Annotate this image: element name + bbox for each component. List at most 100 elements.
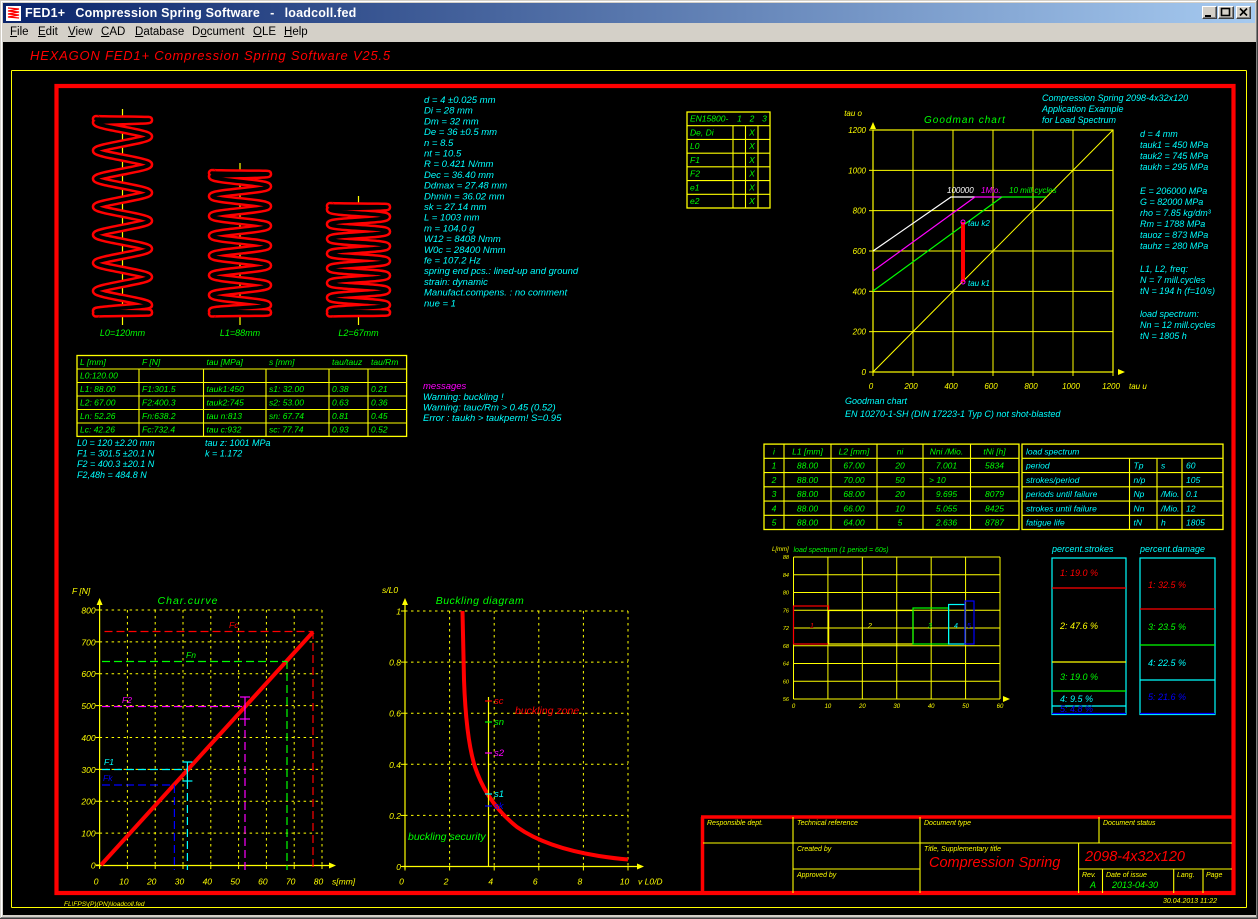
svg-text:70: 70 bbox=[286, 877, 296, 887]
svg-text:/Mio.: /Mio. bbox=[1160, 489, 1179, 499]
svg-text:3: 23.5 %: 3: 23.5 % bbox=[1148, 622, 1186, 632]
svg-text:0.21: 0.21 bbox=[371, 384, 388, 394]
svg-text:5: 5 bbox=[772, 518, 777, 528]
svg-text:20: 20 bbox=[146, 877, 157, 887]
svg-text:F1:301.5: F1:301.5 bbox=[142, 384, 176, 394]
svg-text:Fn:638.2: Fn:638.2 bbox=[142, 411, 176, 421]
svg-text:400: 400 bbox=[81, 733, 95, 743]
svg-text:s1: s1 bbox=[494, 789, 504, 800]
svg-text:buckling security: buckling security bbox=[408, 831, 486, 843]
svg-text:2: 2 bbox=[771, 475, 777, 485]
svg-text:4: 4 bbox=[954, 623, 958, 630]
svg-text:5.055: 5.055 bbox=[936, 503, 958, 513]
svg-text:0.45: 0.45 bbox=[371, 411, 388, 421]
svg-text:800: 800 bbox=[1024, 382, 1038, 391]
svg-text:ni: ni bbox=[897, 446, 905, 456]
svg-text:L = 1003 mm: L = 1003 mm bbox=[424, 213, 480, 224]
svg-text:105: 105 bbox=[1186, 475, 1200, 485]
svg-text:1: 32.5 %: 1: 32.5 % bbox=[1148, 580, 1186, 590]
svg-text:tau o: tau o bbox=[844, 109, 862, 118]
svg-text:sk = 27.14 mm: sk = 27.14 mm bbox=[424, 202, 487, 213]
svg-text:1: 1 bbox=[810, 623, 814, 630]
svg-text:88.00: 88.00 bbox=[797, 461, 819, 471]
svg-text:60: 60 bbox=[783, 679, 790, 685]
svg-text:4: 4 bbox=[772, 503, 777, 513]
svg-text:F2 = 400.3 ±20.1 N: F2 = 400.3 ±20.1 N bbox=[77, 459, 155, 469]
svg-text:0: 0 bbox=[869, 382, 874, 391]
svg-text:n = 8.5: n = 8.5 bbox=[424, 138, 454, 149]
svg-text:strokes/period: strokes/period bbox=[1026, 475, 1080, 485]
svg-text:20: 20 bbox=[894, 489, 905, 499]
svg-text:tau/Rm: tau/Rm bbox=[371, 357, 398, 367]
svg-text:Lc: 42.26: Lc: 42.26 bbox=[80, 424, 115, 434]
svg-text:F2,48h = 484.8 N: F2,48h = 484.8 N bbox=[77, 470, 147, 480]
svg-text:Char.curve: Char.curve bbox=[158, 595, 219, 607]
svg-text:88.00: 88.00 bbox=[797, 489, 819, 499]
svg-text:L2: 67.00: L2: 67.00 bbox=[80, 398, 116, 408]
svg-text:tN: tN bbox=[1134, 518, 1143, 528]
svg-text:Fc:732.4: Fc:732.4 bbox=[142, 424, 175, 434]
svg-text:h: h bbox=[1161, 518, 1166, 528]
svg-text:60: 60 bbox=[997, 704, 1004, 710]
svg-text:X: X bbox=[748, 155, 755, 165]
svg-text:sn: sn bbox=[494, 717, 504, 728]
svg-text:2: 2 bbox=[867, 623, 872, 630]
svg-text:40: 40 bbox=[203, 877, 213, 887]
svg-text:0.93: 0.93 bbox=[332, 424, 349, 434]
svg-text:500: 500 bbox=[81, 701, 95, 711]
svg-text:N = 7 mill.cycles: N = 7 mill.cycles bbox=[1140, 275, 1206, 285]
svg-text:Error : taukh > taukperm! S=: Error : taukh > taukperm! S=0.95 bbox=[423, 413, 562, 424]
svg-text:Date of issue: Date of issue bbox=[1106, 872, 1147, 879]
svg-text:0.6: 0.6 bbox=[389, 709, 401, 719]
svg-text:0.8: 0.8 bbox=[389, 658, 401, 668]
svg-text:Di = 28 mm: Di = 28 mm bbox=[424, 106, 473, 117]
svg-text:s2: 53.00: s2: 53.00 bbox=[269, 398, 304, 408]
svg-text:0: 0 bbox=[91, 861, 96, 871]
svg-text:tau k1: tau k1 bbox=[968, 279, 990, 288]
svg-text:10: 10 bbox=[119, 877, 129, 887]
svg-text:tau n:813: tau n:813 bbox=[207, 411, 243, 421]
svg-text:88.00: 88.00 bbox=[797, 475, 819, 485]
svg-text:5: 5 bbox=[898, 518, 903, 528]
svg-text:R = 0.421 N/mm: R = 0.421 N/mm bbox=[424, 159, 494, 170]
svg-text:A: A bbox=[1089, 880, 1096, 890]
svg-text:Fk: Fk bbox=[103, 773, 113, 783]
svg-text:100: 100 bbox=[81, 829, 95, 839]
svg-text:L0 = 120 ±2.20 mm: L0 = 120 ±2.20 mm bbox=[77, 438, 155, 448]
svg-text:0: 0 bbox=[396, 862, 401, 872]
svg-text:nue = 1: nue = 1 bbox=[424, 298, 456, 309]
svg-text:0.36: 0.36 bbox=[371, 398, 388, 408]
svg-text:70.00: 70.00 bbox=[843, 475, 865, 485]
svg-text:> 10: > 10 bbox=[929, 475, 946, 485]
svg-text:tauk1:450: tauk1:450 bbox=[207, 384, 245, 394]
svg-text:5: 5 bbox=[967, 623, 971, 630]
svg-text:tauoz = 873 MPa: tauoz = 873 MPa bbox=[1140, 230, 1208, 240]
svg-text:s [mm]: s [mm] bbox=[269, 357, 295, 367]
svg-text:Page: Page bbox=[1206, 872, 1222, 879]
svg-text:84: 84 bbox=[783, 573, 789, 579]
svg-text:s2: s2 bbox=[494, 748, 505, 759]
svg-text:Warning: buckling !: Warning: buckling ! bbox=[423, 392, 504, 403]
svg-text:periods until failure: periods until failure bbox=[1025, 489, 1098, 499]
svg-text:strain: dynamic: strain: dynamic bbox=[424, 277, 488, 288]
svg-text:tNi [h]: tNi [h] bbox=[983, 446, 1006, 456]
svg-text:Created by: Created by bbox=[797, 846, 832, 853]
svg-text:strokes until failure: strokes until failure bbox=[1026, 503, 1097, 513]
svg-text:L2=67mm: L2=67mm bbox=[338, 328, 379, 338]
svg-text:tauhz = 280 MPa: tauhz = 280 MPa bbox=[1140, 241, 1208, 251]
svg-text:i: i bbox=[773, 446, 776, 456]
svg-text:Nni /Mio.: Nni /Mio. bbox=[930, 446, 964, 456]
svg-text:L2 [mm]: L2 [mm] bbox=[839, 446, 870, 456]
svg-text:period: period bbox=[1025, 461, 1050, 471]
svg-text:30: 30 bbox=[175, 877, 185, 887]
svg-text:Tp: Tp bbox=[1134, 461, 1144, 471]
svg-text:tau c:932: tau c:932 bbox=[207, 424, 242, 434]
svg-text:L0: L0 bbox=[690, 141, 700, 151]
svg-text:2: 47.6 %: 2: 47.6 % bbox=[1059, 621, 1098, 631]
svg-text:d = 4 mm: d = 4 mm bbox=[1140, 129, 1178, 139]
svg-text:72: 72 bbox=[783, 626, 789, 632]
svg-text:68.00: 68.00 bbox=[843, 489, 865, 499]
svg-text:Np: Np bbox=[1134, 489, 1145, 499]
svg-text:50: 50 bbox=[962, 704, 969, 710]
svg-text:tau u: tau u bbox=[1129, 382, 1147, 391]
